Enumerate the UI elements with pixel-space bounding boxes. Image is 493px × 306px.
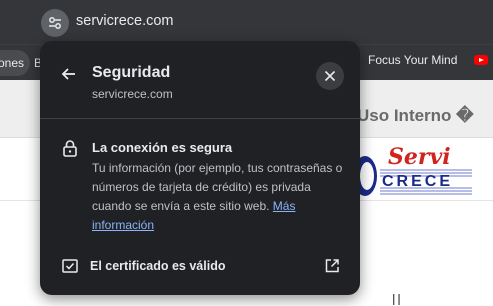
connection-description-text: Tu información (por ejemplo, tus contras… (92, 161, 343, 213)
certificate-row[interactable]: El certificado es válido (40, 250, 360, 282)
site-info-button[interactable] (41, 9, 69, 37)
certificate-label: El certificado es válido (90, 259, 226, 273)
close-icon (324, 70, 336, 82)
address-bar: servicrece.com (0, 0, 493, 44)
page-bottom-text: ll (392, 292, 403, 306)
page-header-text: Uso Interno � (357, 106, 474, 125)
external-link-icon[interactable] (324, 258, 340, 274)
lock-icon (63, 140, 77, 157)
servicrece-logo: Servi CRECE (353, 144, 472, 196)
connection-secure-title: La conexión es segura (92, 140, 233, 155)
bookmark-chip[interactable]: ones (0, 50, 31, 76)
back-button[interactable] (58, 63, 80, 85)
tune-icon (49, 17, 61, 29)
logo-text-top: Servi (388, 144, 451, 170)
youtube-icon[interactable] (474, 55, 488, 65)
bookmark-focus-your-mind[interactable]: Focus Your Mind (368, 53, 457, 67)
popup-divider (40, 118, 360, 119)
popup-title: Seguridad (92, 64, 171, 81)
security-popup: Seguridad servicrece.com La conexión es … (40, 41, 360, 295)
logo-text-bottom: CRECE (382, 173, 453, 190)
connection-description: Tu información (por ejemplo, tus contras… (92, 159, 344, 235)
close-button[interactable] (316, 62, 344, 90)
url-text[interactable]: servicrece.com (76, 13, 174, 29)
certificate-icon (62, 259, 78, 273)
popup-subtitle: servicrece.com (92, 87, 173, 101)
arrow-left-icon (61, 68, 75, 80)
